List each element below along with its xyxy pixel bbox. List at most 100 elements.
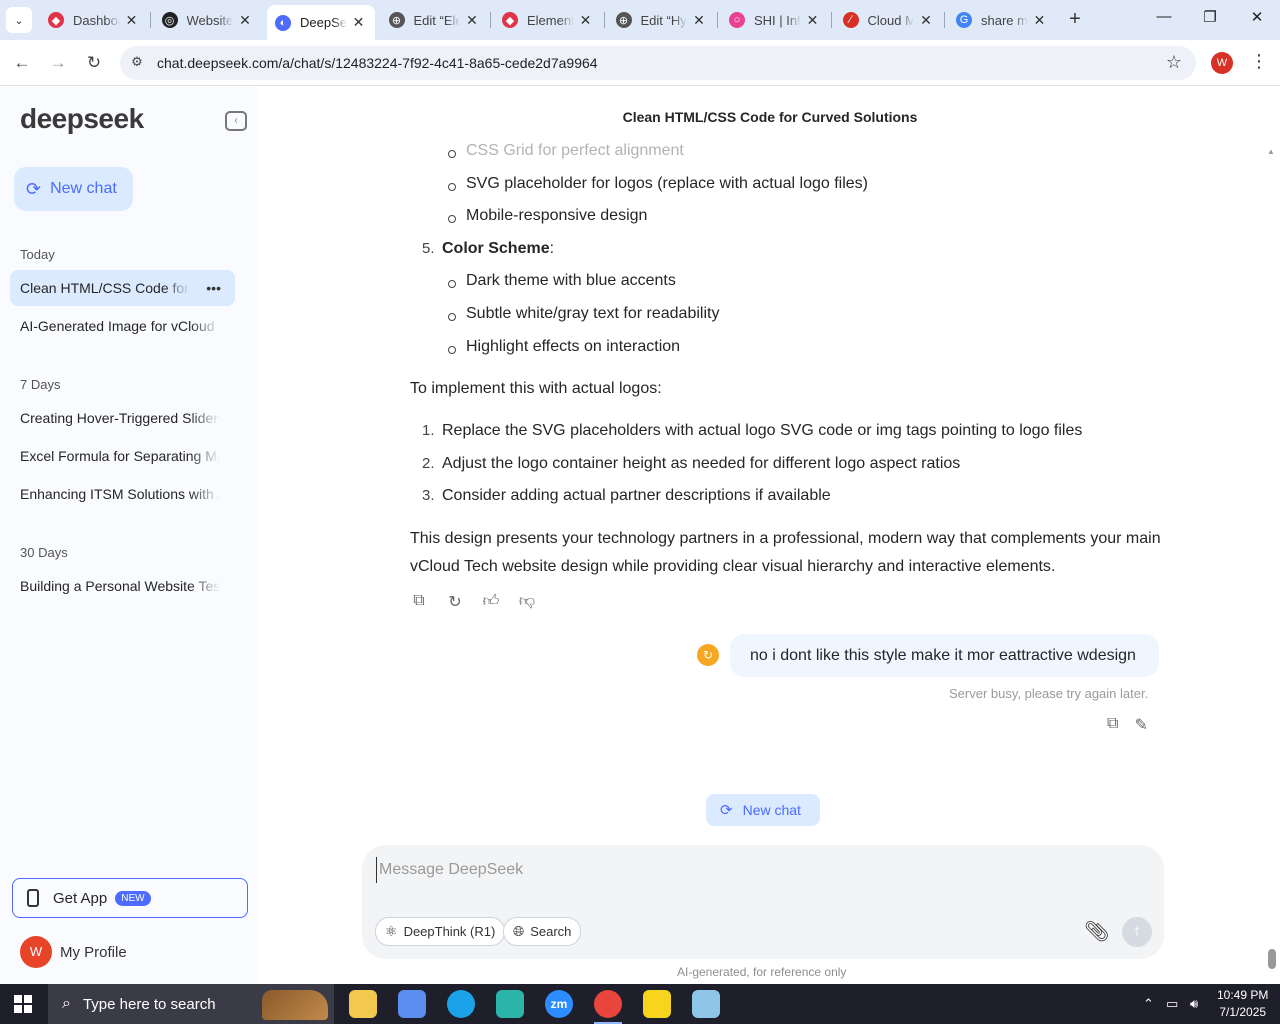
restore-button[interactable]: ❐ xyxy=(1195,8,1225,26)
history-item[interactable]: Creating Hover-Triggered Slider Effect xyxy=(10,400,235,436)
message-actions: ⧉ ↻ 👍︎ 👎︎ xyxy=(410,592,536,611)
browser-tab[interactable]: ○ SHI | Info✕ xyxy=(721,5,829,35)
tab-label: Edit “Elementor xyxy=(413,12,461,28)
chrome-browser-icon[interactable] xyxy=(594,990,622,1024)
app-diamond-icon[interactable] xyxy=(496,990,524,1018)
server-busy-text: Server busy, please try again later. xyxy=(949,686,1149,701)
list-item: Highlight effects on interaction xyxy=(447,338,680,362)
clock-date: 7/1/2025 xyxy=(1219,1005,1267,1019)
site-settings-icon[interactable]: ⚙ xyxy=(128,54,146,72)
browser-profile-avatar[interactable]: W xyxy=(1211,52,1233,74)
scroll-up-icon[interactable]: ▲ xyxy=(1267,147,1275,156)
tab-label: Dashboard xyxy=(73,12,120,28)
deepthink-label: DeepThink (R1) xyxy=(403,924,496,939)
edge-browser-icon[interactable] xyxy=(447,990,475,1018)
tab-close-icon[interactable]: ✕ xyxy=(578,12,594,29)
paragraph: To implement this with actual logos: xyxy=(410,380,662,397)
close-window-button[interactable]: ✕ xyxy=(1242,8,1272,26)
browser-toolbar: ← → ↻ ⚙ chat.deepseek.com/a/chat/s/12483… xyxy=(0,40,1280,86)
taskbar-clock[interactable]: 10:49 PM 7/1/2025 xyxy=(1217,987,1268,1021)
paperclip-icon[interactable]: 📎︎ xyxy=(1084,919,1109,944)
numbered-item: 5. Color Scheme: xyxy=(422,240,554,258)
message-composer: ⚛ DeepThink (R1) 🌐︎ Search 📎︎ ↑ xyxy=(362,845,1164,959)
new-chat-pill-button[interactable]: ⟳ New chat xyxy=(706,794,820,826)
browser-tab[interactable]: ◆ Elementor✕ xyxy=(494,5,602,35)
history-item-label: Creating Hover-Triggered Slider Effect xyxy=(20,410,220,426)
sticky-notes-icon[interactable] xyxy=(643,990,671,1018)
minimize-button[interactable]: — xyxy=(1149,8,1179,25)
history-item[interactable]: Enhancing ITSM Solutions with AI xyxy=(10,476,235,512)
tab-close-icon[interactable]: ✕ xyxy=(464,12,480,29)
zoom-app-icon[interactable]: zm xyxy=(545,990,573,1018)
more-options-icon[interactable]: ••• xyxy=(206,270,221,306)
scrollbar-thumb[interactable] xyxy=(1268,949,1276,969)
address-bar[interactable]: ⚙ chat.deepseek.com/a/chat/s/12483224-7f… xyxy=(120,46,1196,80)
new-chat-icon: ⟳ xyxy=(26,178,42,199)
list-item: Mobile-responsive design xyxy=(447,207,647,231)
browser-menu-icon[interactable]: ⋮ xyxy=(1250,51,1268,72)
tab-close-icon[interactable]: ✕ xyxy=(805,12,821,29)
copy-icon[interactable]: ⧉ xyxy=(410,592,428,610)
notepad-app-icon[interactable] xyxy=(692,990,720,1018)
forward-arrow-icon[interactable]: → xyxy=(47,52,69,74)
section-label-30-days: 30 Days xyxy=(20,545,68,560)
back-arrow-icon[interactable]: ← xyxy=(11,52,33,74)
tab-close-icon[interactable]: ✕ xyxy=(1032,12,1048,29)
browser-tab[interactable]: ⊕ Edit “Elementor✕ xyxy=(381,5,489,35)
tab-label: SHI | Info xyxy=(754,12,801,28)
tab-search-chevron-icon[interactable]: ⌄ xyxy=(6,7,32,33)
bookmark-star-icon[interactable]: ☆ xyxy=(1166,52,1182,73)
item-number: 5. xyxy=(422,240,435,257)
collapse-sidebar-icon[interactable]: ‹ xyxy=(225,111,247,131)
tab-label: Cloud M xyxy=(867,12,915,28)
history-item[interactable]: Building a Personal Website Test xyxy=(10,568,235,604)
copy-icon[interactable]: ⧉ xyxy=(1107,715,1118,735)
tab-close-icon[interactable]: ✕ xyxy=(237,12,253,29)
tab-close-icon[interactable]: ✕ xyxy=(124,12,140,29)
new-chat-button[interactable]: ⟳ New chat xyxy=(14,167,133,211)
network-icon[interactable]: ▭ xyxy=(1166,996,1178,1012)
browser-tab[interactable]: Gshare m ✕ xyxy=(948,5,1056,35)
windows-start-icon[interactable] xyxy=(14,995,32,1013)
volume-icon[interactable]: 🔊︎ xyxy=(1190,996,1198,1012)
history-item[interactable]: Excel Formula for Separating Mail xyxy=(10,438,235,474)
tab-separator xyxy=(149,12,151,28)
message-input[interactable] xyxy=(376,857,1136,883)
deepthink-button[interactable]: ⚛ DeepThink (R1) xyxy=(375,917,506,946)
tray-chevron-up-icon[interactable]: ⌃ xyxy=(1143,996,1154,1012)
search-button[interactable]: 🌐︎ Search xyxy=(503,917,582,946)
regenerate-icon[interactable]: ↻ xyxy=(446,592,464,611)
tab-label: Elementor xyxy=(527,12,574,28)
browser-tab[interactable]: ∕ Cloud M ✕ xyxy=(835,5,943,35)
new-badge: NEW xyxy=(115,890,151,906)
thumbs-down-icon[interactable]: 👎︎ xyxy=(518,592,536,610)
history-item-label: Excel Formula for Separating Mail xyxy=(20,448,220,464)
thumbs-up-icon[interactable]: 👍︎ xyxy=(482,592,500,610)
taskbar-search-box[interactable]: ⌕ Type here to search xyxy=(48,984,334,1024)
new-tab-button[interactable]: + xyxy=(1063,8,1087,32)
tab-close-icon[interactable]: ✕ xyxy=(691,12,707,29)
paint-app-icon[interactable] xyxy=(398,990,426,1018)
user-message-actions: ⧉ ✎ xyxy=(1107,715,1148,735)
edit-pencil-icon[interactable]: ✎ xyxy=(1134,715,1147,735)
my-profile-button[interactable]: W My Profile xyxy=(20,936,127,968)
reload-icon[interactable]: ↻ xyxy=(83,52,105,74)
tab-favicon-icon: G xyxy=(956,12,972,28)
get-app-button[interactable]: Get App NEW xyxy=(12,878,248,918)
tab-close-icon[interactable]: ✕ xyxy=(351,14,367,31)
history-item-label: Enhancing ITSM Solutions with AI xyxy=(20,486,220,502)
tab-label: DeepSeek xyxy=(300,15,347,30)
history-item-active[interactable]: Clean HTML/CSS Code for Curved Solutions… xyxy=(10,270,235,306)
url-text[interactable]: chat.deepseek.com/a/chat/s/12483224-7f92… xyxy=(157,55,598,71)
browser-tab[interactable]: ◐ DeepSeek ✕ xyxy=(267,5,375,40)
browser-tab[interactable]: ◎ Website ✕ xyxy=(154,5,262,35)
browser-tab[interactable]: ◆ Dashboard✕ xyxy=(40,5,148,35)
item-number: 2. xyxy=(422,455,435,472)
browser-tab[interactable]: ⊕ Edit “Hybrid✕ xyxy=(608,5,716,35)
history-item[interactable]: AI-Generated Image for vCloud Tech xyxy=(10,308,235,344)
item-number: 1. xyxy=(422,422,435,439)
tab-close-icon[interactable]: ✕ xyxy=(918,12,934,29)
new-chat-label: New chat xyxy=(50,180,117,197)
send-arrow-icon[interactable]: ↑ xyxy=(1122,917,1152,947)
file-explorer-icon[interactable] xyxy=(349,990,377,1018)
